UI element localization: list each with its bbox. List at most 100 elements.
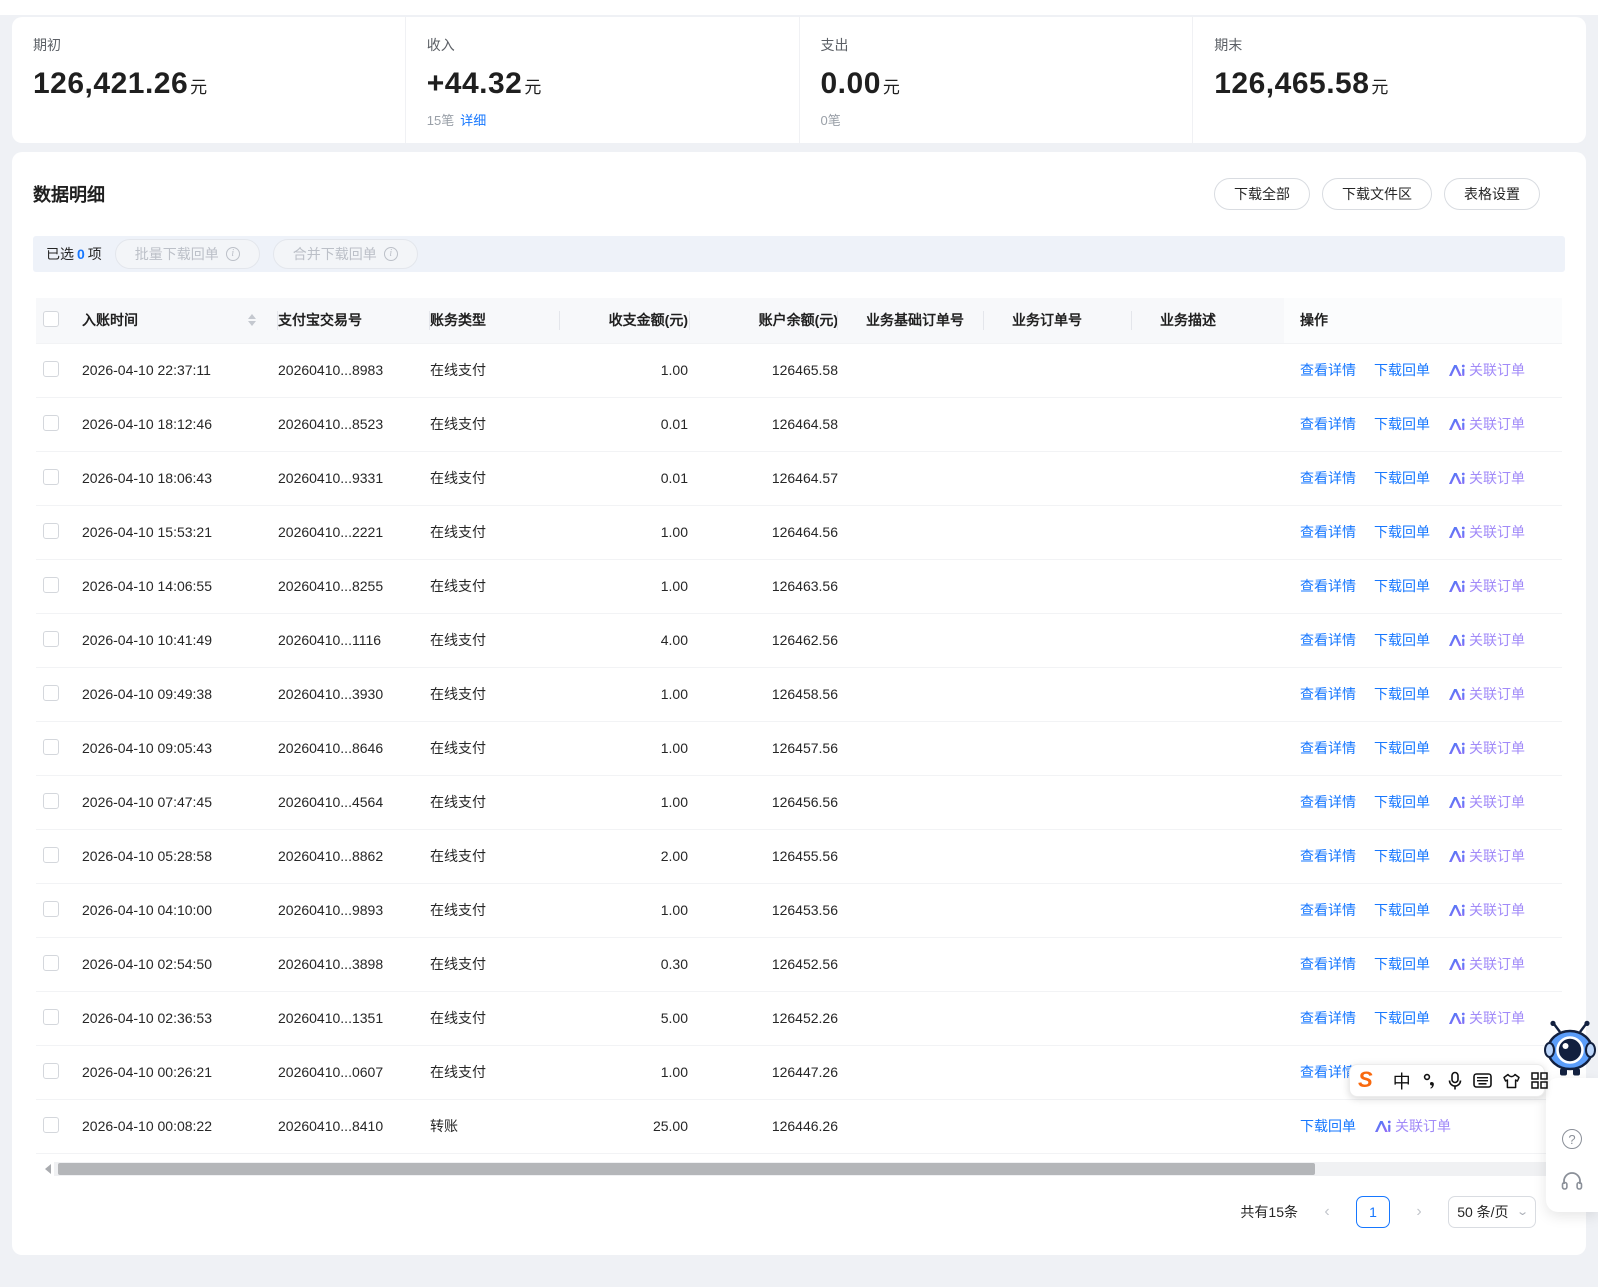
download-receipt-link[interactable]: 下载回单 — [1374, 468, 1430, 488]
sort-icon[interactable] — [248, 314, 256, 327]
cell-txn-id: 20260410...4564 — [278, 775, 430, 830]
chinese-mode-icon[interactable]: 中 — [1393, 1068, 1411, 1094]
view-details-link[interactable]: 查看详情 — [1300, 1008, 1356, 1028]
view-details-link[interactable]: 查看详情 — [1300, 954, 1356, 974]
download-receipt-link[interactable]: 下载回单 — [1374, 1008, 1430, 1028]
related-order-link[interactable]: 关联订单 — [1448, 576, 1525, 596]
view-details-link[interactable]: 查看详情 — [1300, 522, 1356, 542]
col-header-base-order: 业务基础订单号 — [838, 298, 984, 343]
cell-order — [984, 667, 1132, 722]
related-order-link[interactable]: 关联订单 — [1374, 1116, 1451, 1136]
row-checkbox[interactable] — [43, 468, 59, 485]
row-checkbox[interactable] — [43, 360, 59, 377]
row-checkbox[interactable] — [43, 1008, 59, 1025]
page-title: 数据明细 — [33, 185, 105, 205]
download-receipt-link[interactable]: 下载回单 — [1374, 522, 1430, 542]
cell-time: 2026-04-10 02:36:53 — [82, 991, 278, 1046]
download-receipt-link[interactable]: 下载回单 — [1374, 738, 1430, 758]
next-page-icon[interactable]: › — [1410, 1203, 1428, 1221]
income-detail-link[interactable]: 详细 — [460, 113, 486, 128]
download-receipt-link[interactable]: 下载回单 — [1374, 576, 1430, 596]
select-all-checkbox[interactable] — [43, 310, 59, 327]
related-order-link[interactable]: 关联订单 — [1448, 792, 1525, 812]
row-checkbox[interactable] — [43, 576, 59, 593]
view-details-link[interactable]: 查看详情 — [1300, 630, 1356, 650]
view-details-link[interactable]: 查看详情 — [1300, 576, 1356, 596]
related-order-link[interactable]: 关联订单 — [1448, 846, 1525, 866]
cell-order — [984, 829, 1132, 884]
download-receipt-link[interactable]: 下载回单 — [1374, 792, 1430, 812]
row-checkbox[interactable] — [43, 684, 59, 701]
row-checkbox[interactable] — [43, 630, 59, 647]
keyboard-icon[interactable] — [1472, 1073, 1492, 1088]
page-number-button[interactable]: 1 — [1356, 1195, 1390, 1228]
related-order-link[interactable]: 关联订单 — [1448, 630, 1525, 650]
table-settings-button[interactable]: 表格设置 — [1444, 178, 1540, 210]
horizontal-scrollbar[interactable] — [42, 1161, 1562, 1176]
row-checkbox[interactable] — [43, 738, 59, 755]
cell-txn-id: 20260410...3930 — [278, 667, 430, 722]
summary-closing-value: 126,465.58 元 — [1214, 67, 1389, 100]
scroll-left-arrow-icon[interactable] — [42, 1162, 54, 1176]
grid-apps-icon[interactable] — [1530, 1072, 1548, 1089]
scrollbar-track[interactable] — [54, 1161, 1550, 1176]
row-checkbox[interactable] — [43, 1116, 59, 1133]
view-details-link[interactable]: 查看详情 — [1300, 414, 1356, 434]
prev-page-icon[interactable]: ‹ — [1318, 1203, 1336, 1221]
related-order-link[interactable]: 关联订单 — [1448, 468, 1525, 488]
view-details-link[interactable]: 查看详情 — [1300, 846, 1356, 866]
row-checkbox[interactable] — [43, 954, 59, 971]
related-order-link[interactable]: 关联订单 — [1448, 414, 1525, 434]
cell-balance: 126464.58 — [690, 397, 838, 452]
row-checkbox[interactable] — [43, 1062, 59, 1079]
punctuation-icon[interactable] — [1421, 1072, 1437, 1090]
cell-txn-id: 20260410...9893 — [278, 883, 430, 938]
download-receipt-link[interactable]: 下载回单 — [1374, 684, 1430, 704]
download-receipt-link[interactable]: 下载回单 — [1374, 630, 1430, 650]
assistant-robot-icon[interactable] — [1542, 1020, 1598, 1083]
related-order-link[interactable]: 关联订单 — [1448, 360, 1525, 380]
download-all-button[interactable]: 下载全部 — [1214, 178, 1310, 210]
row-checkbox-cell — [36, 505, 82, 560]
download-receipt-link[interactable]: 下载回单 — [1374, 900, 1430, 920]
view-details-link[interactable]: 查看详情 — [1300, 1062, 1356, 1082]
view-details-link[interactable]: 查看详情 — [1300, 360, 1356, 380]
row-checkbox[interactable] — [43, 414, 59, 431]
cell-actions: 查看详情下载回单关联订单 — [1284, 559, 1562, 614]
cell-desc — [1132, 937, 1284, 992]
row-checkbox-cell — [36, 1045, 82, 1100]
view-details-link[interactable]: 查看详情 — [1300, 900, 1356, 920]
view-details-link[interactable]: 查看详情 — [1300, 792, 1356, 812]
row-checkbox-cell — [36, 559, 82, 614]
download-receipt-link[interactable]: 下载回单 — [1374, 414, 1430, 434]
merge-download-receipt-button[interactable]: 合并下载回单 i — [272, 239, 418, 269]
download-receipt-link[interactable]: 下载回单 — [1374, 954, 1430, 974]
download-receipt-link[interactable]: 下载回单 — [1374, 846, 1430, 866]
related-order-link[interactable]: 关联订单 — [1448, 738, 1525, 758]
download-filezone-button[interactable]: 下载文件区 — [1322, 178, 1432, 210]
view-details-link[interactable]: 查看详情 — [1300, 738, 1356, 758]
view-details-link[interactable]: 查看详情 — [1300, 684, 1356, 704]
row-checkbox[interactable] — [43, 900, 59, 917]
related-order-link[interactable]: 关联订单 — [1448, 684, 1525, 704]
view-details-link[interactable]: 查看详情 — [1300, 468, 1356, 488]
scrollbar-thumb[interactable] — [58, 1162, 1315, 1175]
headset-icon[interactable] — [1561, 1171, 1583, 1196]
download-receipt-link[interactable]: 下载回单 — [1300, 1116, 1356, 1136]
mic-icon[interactable] — [1447, 1071, 1463, 1091]
cell-base-order — [838, 451, 984, 506]
help-icon[interactable]: ? — [1562, 1129, 1582, 1149]
related-order-link[interactable]: 关联订单 — [1448, 954, 1525, 974]
batch-download-receipt-button[interactable]: 批量下载回单 i — [114, 239, 260, 269]
related-order-link[interactable]: 关联订单 — [1448, 522, 1525, 542]
cell-amount: 1.00 — [560, 883, 690, 938]
skin-tshirt-icon[interactable] — [1502, 1073, 1521, 1089]
download-receipt-link[interactable]: 下载回单 — [1374, 360, 1430, 380]
related-order-link[interactable]: 关联订单 — [1448, 900, 1525, 920]
related-order-link[interactable]: 关联订单 — [1448, 1008, 1525, 1028]
row-checkbox[interactable] — [43, 792, 59, 809]
page-size-select[interactable]: 50 条/页 ⌄ — [1448, 1195, 1536, 1228]
sogou-logo-icon[interactable]: S — [1358, 1068, 1373, 1091]
row-checkbox[interactable] — [43, 846, 59, 863]
row-checkbox[interactable] — [43, 522, 59, 539]
